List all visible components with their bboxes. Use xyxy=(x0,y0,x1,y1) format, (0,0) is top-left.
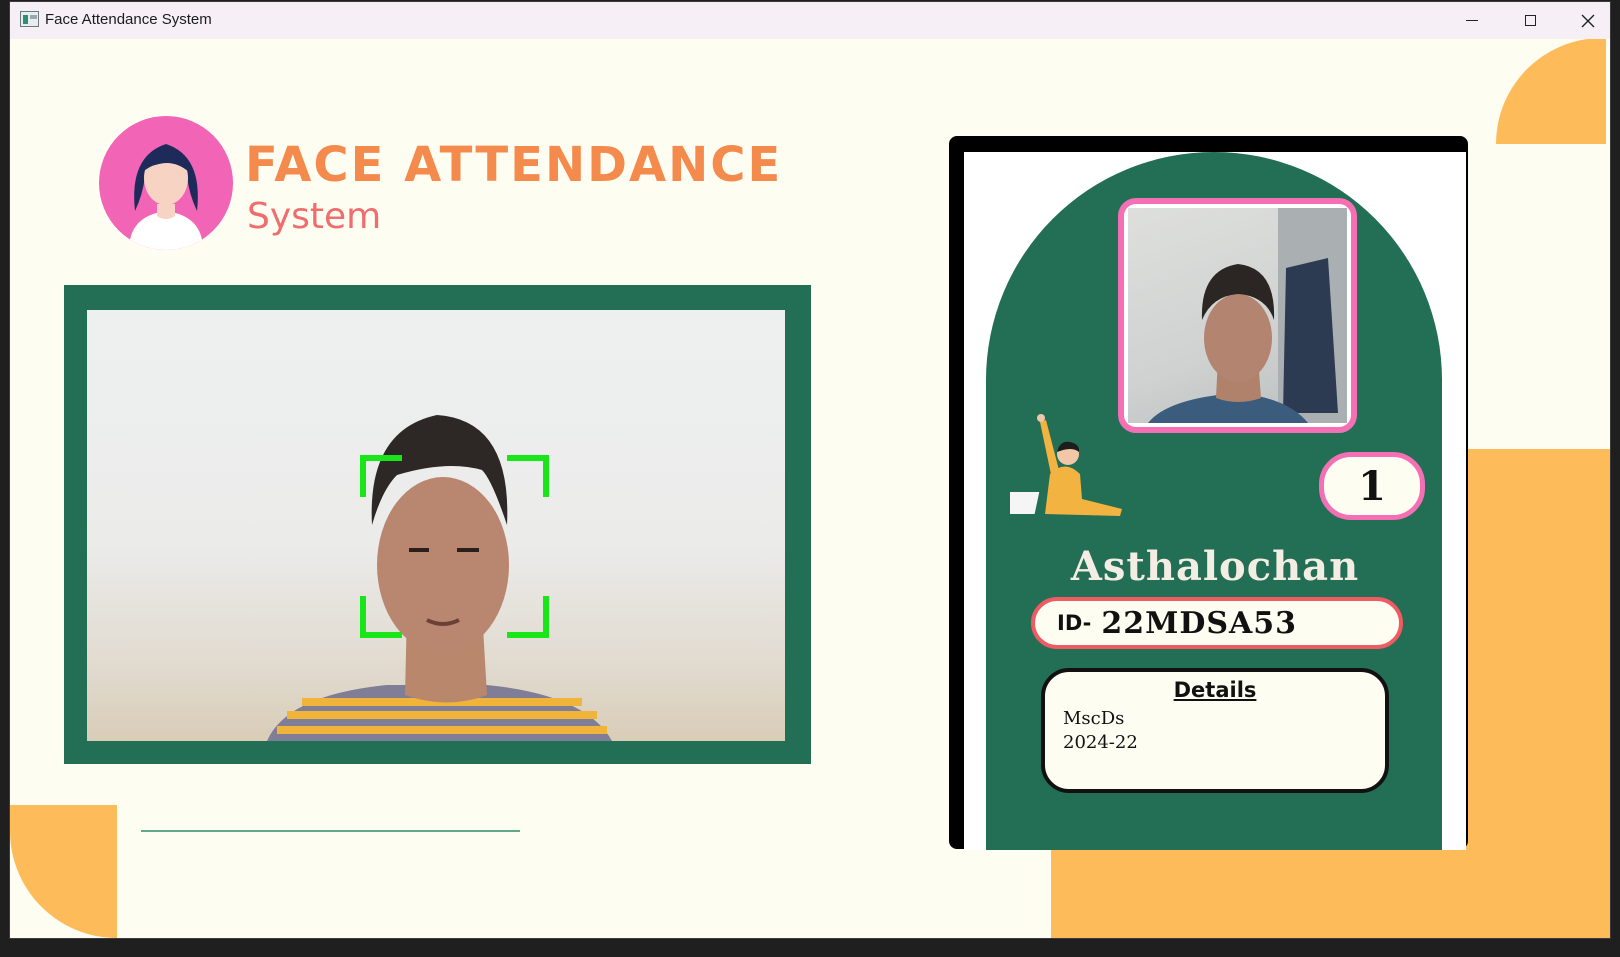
face-box-corner-tl xyxy=(360,455,402,497)
app-subtitle: System xyxy=(247,196,382,237)
avatar-logo-icon xyxy=(99,116,233,250)
minimize-icon xyxy=(1466,19,1478,22)
camera-frame xyxy=(64,285,811,764)
close-icon xyxy=(1581,14,1595,27)
title-bar[interactable]: Face Attendance System xyxy=(10,2,1610,39)
app-window: Face Attendance System FACE ATTENDANCE S… xyxy=(10,2,1610,938)
card-inner: 1 Asthalochan ID- 22MDSA53 Details MscDs… xyxy=(964,152,1466,850)
id-value: 22MDSA53 xyxy=(1101,605,1298,641)
face-box-corner-bl xyxy=(360,596,402,638)
maximize-button[interactable] xyxy=(1501,2,1559,39)
details-course: MscDs xyxy=(1063,708,1125,729)
student-name: Asthalochan xyxy=(1070,543,1360,590)
divider-line xyxy=(141,830,520,832)
details-batch: 2024-22 xyxy=(1063,732,1138,753)
close-button[interactable] xyxy=(1559,2,1610,39)
decor-top-right xyxy=(1496,39,1606,144)
id-prefix: ID- xyxy=(1057,611,1092,635)
camera-person-image xyxy=(267,415,612,741)
details-heading: Details xyxy=(1173,678,1257,702)
details-box: Details MscDs 2024-22 xyxy=(1041,668,1389,793)
face-box-corner-tr xyxy=(507,455,549,497)
app-title: FACE ATTENDANCE xyxy=(245,137,783,193)
maximize-icon xyxy=(1524,15,1536,26)
minimize-button[interactable] xyxy=(1443,2,1501,39)
person-waving-illustration xyxy=(1010,414,1122,516)
student-id-pill: ID- 22MDSA53 xyxy=(1031,597,1403,649)
face-box-corner-br xyxy=(507,596,549,638)
camera-feed xyxy=(87,310,785,741)
attendance-count-badge: 1 xyxy=(1319,452,1425,520)
window-title: Face Attendance System xyxy=(45,11,212,28)
student-card: 1 Asthalochan ID- 22MDSA53 Details MscDs… xyxy=(949,136,1468,850)
student-photo-frame xyxy=(1118,198,1357,433)
app-content: FACE ATTENDANCE System 1 Asthalochan ID-… xyxy=(10,39,1610,938)
decor-bottom-left xyxy=(10,805,117,938)
student-photo xyxy=(1128,208,1347,423)
app-icon xyxy=(20,11,39,27)
